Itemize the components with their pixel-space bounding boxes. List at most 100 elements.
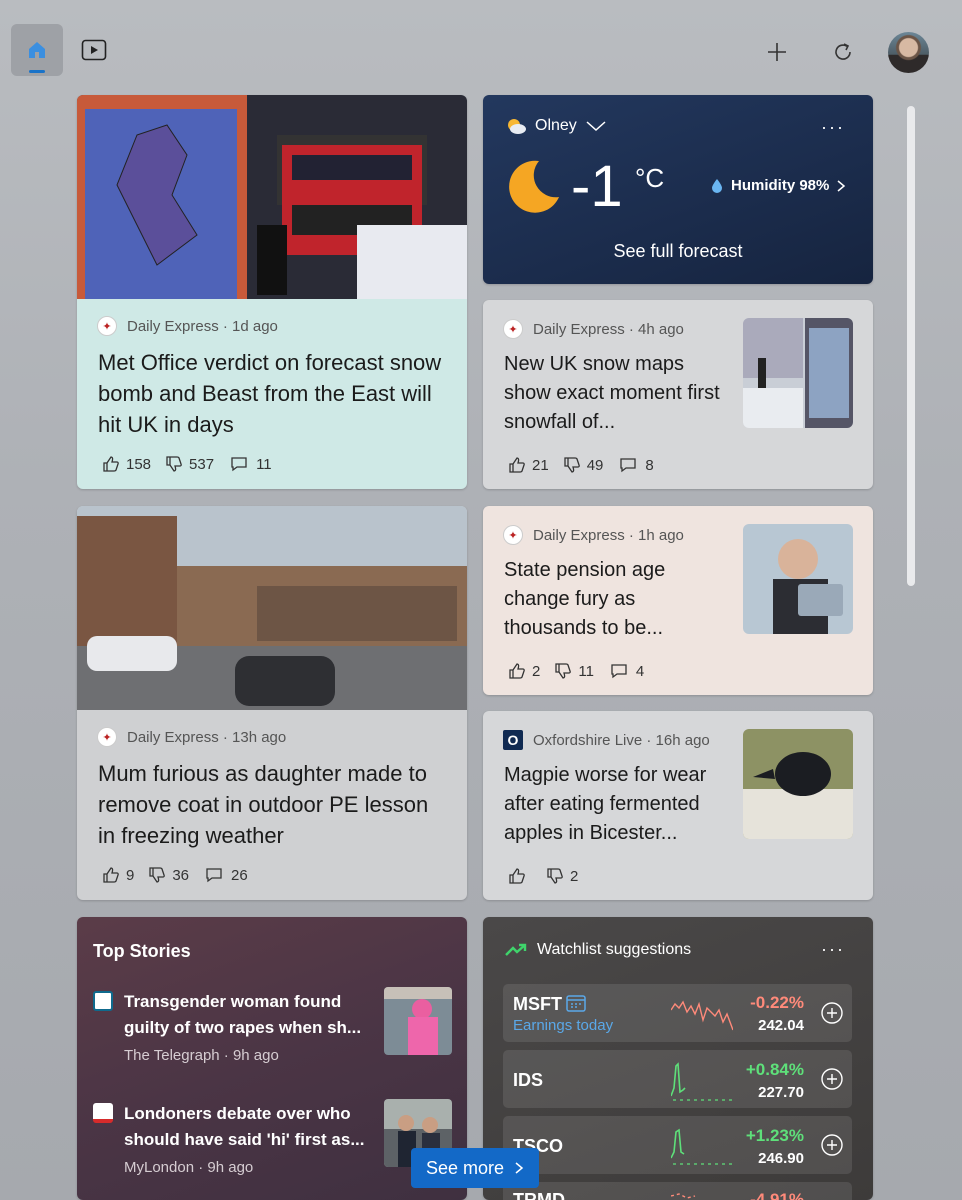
comment-count: 8 — [645, 456, 654, 474]
like-button[interactable]: 9 — [102, 866, 134, 884]
dislike-button[interactable]: 2 — [546, 867, 578, 885]
humidity[interactable]: Humidity 98% — [709, 177, 847, 194]
comment-icon — [620, 458, 637, 473]
article-headline[interactable]: Mum furious as daughter made to remove c… — [98, 758, 448, 851]
more-options-icon[interactable]: ··· — [821, 939, 845, 960]
dislike-button[interactable]: 537 — [165, 455, 214, 473]
mylondon-logo-icon — [93, 1103, 113, 1123]
dislike-button[interactable]: 49 — [563, 456, 604, 474]
dislike-button[interactable]: 36 — [148, 866, 189, 884]
article-headline[interactable]: State pension age change fury as thousan… — [504, 556, 724, 643]
story-meta: The Telegraph · 9h ago — [124, 1047, 279, 1064]
stock-symbol: MSFT — [513, 994, 562, 1014]
story-headline[interactable]: Transgender woman found guilty of two ra… — [124, 989, 374, 1041]
comment-button[interactable]: 11 — [228, 455, 272, 473]
see-full-forecast-link[interactable]: See full forecast — [483, 241, 873, 262]
scrollbar-thumb[interactable] — [907, 106, 915, 586]
source-text: Oxfordshire Live · 16h ago — [533, 731, 710, 749]
add-circle-icon[interactable] — [820, 1133, 844, 1157]
watchlist-header[interactable]: Watchlist suggestions — [505, 941, 691, 959]
news-card[interactable]: ✦ Daily Express · 4h ago New UK snow map… — [483, 300, 873, 489]
home-button[interactable] — [11, 24, 63, 76]
weather-location[interactable]: Olney — [505, 117, 607, 135]
daily-express-logo-icon: ✦ — [97, 316, 117, 336]
watchlist-card: Watchlist suggestions ··· MSFT Earnings … — [483, 917, 873, 1200]
comment-icon — [611, 664, 627, 679]
daily-express-logo-icon: ✦ — [97, 727, 117, 747]
like-count: 2 — [532, 662, 541, 680]
comment-count: 26 — [231, 866, 248, 884]
add-circle-icon[interactable] — [820, 1067, 844, 1091]
stock-row-ids[interactable]: IDS +0.84% 227.70 — [503, 1050, 852, 1108]
story-headline[interactable]: Londoners debate over who should have sa… — [124, 1101, 374, 1153]
top-stories-title: Top Stories — [93, 941, 191, 961]
comment-button[interactable]: 8 — [617, 456, 654, 474]
stock-price: 246.90 — [758, 1150, 804, 1167]
thumbs-up-icon — [509, 663, 525, 679]
thumbs-up-icon — [509, 457, 525, 473]
weather-card[interactable]: Olney ··· -1 °C Humidity 98% See full fo… — [483, 95, 873, 284]
stock-row-tsco[interactable]: TSCO +1.23% 246.90 — [503, 1116, 852, 1174]
avatar[interactable] — [888, 32, 929, 73]
daily-express-logo-icon: ✦ — [503, 319, 523, 339]
reactions-bar: 21 49 8 — [508, 456, 668, 474]
see-more-button[interactable]: See more — [411, 1148, 539, 1188]
news-card[interactable]: ✦ Daily Express · 13h ago Mum furious as… — [77, 506, 467, 900]
see-more-label: See more — [425, 1157, 505, 1178]
chevron-right-icon — [837, 179, 846, 192]
thumbs-down-icon — [564, 457, 580, 473]
story-item[interactable]: Londoners debate over who should have sa… — [93, 1099, 453, 1181]
oxfordshire-live-logo-icon: O — [503, 730, 523, 750]
news-card[interactable]: ✦ Daily Express · 1h ago State pension a… — [483, 506, 873, 695]
refresh-button[interactable] — [817, 26, 869, 78]
article-headline[interactable]: New UK snow maps show exact moment first… — [504, 350, 724, 437]
daily-express-logo-icon: ✦ — [503, 525, 523, 545]
scrollbar[interactable] — [906, 96, 916, 1200]
comment-button[interactable]: 4 — [608, 662, 644, 680]
thumbs-up-icon — [509, 868, 525, 884]
video-button[interactable] — [68, 24, 120, 76]
article-source: ✦ Daily Express · 1d ago — [97, 316, 278, 336]
stock-sparkline — [671, 1128, 733, 1165]
like-button[interactable]: 21 — [508, 456, 549, 474]
calendar-icon — [566, 995, 586, 1012]
moon-icon — [509, 160, 559, 213]
news-card[interactable]: O Oxfordshire Live · 16h ago Magpie wors… — [483, 711, 873, 900]
dislike-count: 36 — [172, 866, 190, 884]
trending-icon — [505, 943, 527, 956]
article-image — [77, 95, 467, 299]
dislike-count: 2 — [570, 867, 579, 885]
article-headline[interactable]: Met Office verdict on forecast snow bomb… — [98, 347, 448, 440]
stock-price: 227.70 — [758, 1084, 804, 1101]
article-source: ✦ Daily Express · 13h ago — [97, 727, 286, 747]
reactions-bar: 2 11 4 — [508, 662, 658, 680]
top-stories-card: Top Stories Transgender woman found guil… — [77, 917, 467, 1200]
more-options-icon[interactable]: ··· — [821, 117, 845, 138]
add-button[interactable] — [751, 26, 803, 78]
article-headline[interactable]: Magpie worse for wear after eating ferme… — [504, 761, 729, 848]
dislike-button[interactable]: 11 — [554, 662, 594, 680]
stock-sparkline — [671, 1000, 733, 1031]
like-count: 158 — [126, 455, 152, 473]
news-card[interactable]: ✦ Daily Express · 1d ago Met Office verd… — [77, 95, 467, 489]
story-item[interactable]: Transgender woman found guilty of two ra… — [93, 987, 453, 1069]
stock-row-msft[interactable]: MSFT Earnings today -0.22% 242.04 — [503, 984, 852, 1042]
article-image — [77, 506, 467, 710]
add-circle-icon[interactable] — [820, 1001, 844, 1025]
article-thumbnail — [743, 524, 853, 634]
location-name: Olney — [535, 117, 577, 134]
like-button[interactable]: 2 — [508, 662, 540, 680]
comment-button[interactable]: 26 — [203, 866, 248, 884]
stock-row-trmd[interactable]: TRMD -4.91% — [503, 1182, 852, 1200]
humidity-text: Humidity 98% — [731, 177, 830, 194]
comment-count: 4 — [635, 662, 645, 680]
temperature: -1 — [571, 154, 623, 219]
comment-icon — [231, 457, 247, 472]
comment-count: 11 — [256, 455, 272, 473]
droplet-icon — [712, 178, 722, 193]
like-button[interactable]: 158 — [102, 455, 151, 473]
source-text: Daily Express · 13h ago — [127, 728, 287, 746]
like-button[interactable] — [508, 867, 532, 885]
dislike-count: 49 — [586, 456, 604, 474]
article-thumbnail — [743, 729, 853, 839]
